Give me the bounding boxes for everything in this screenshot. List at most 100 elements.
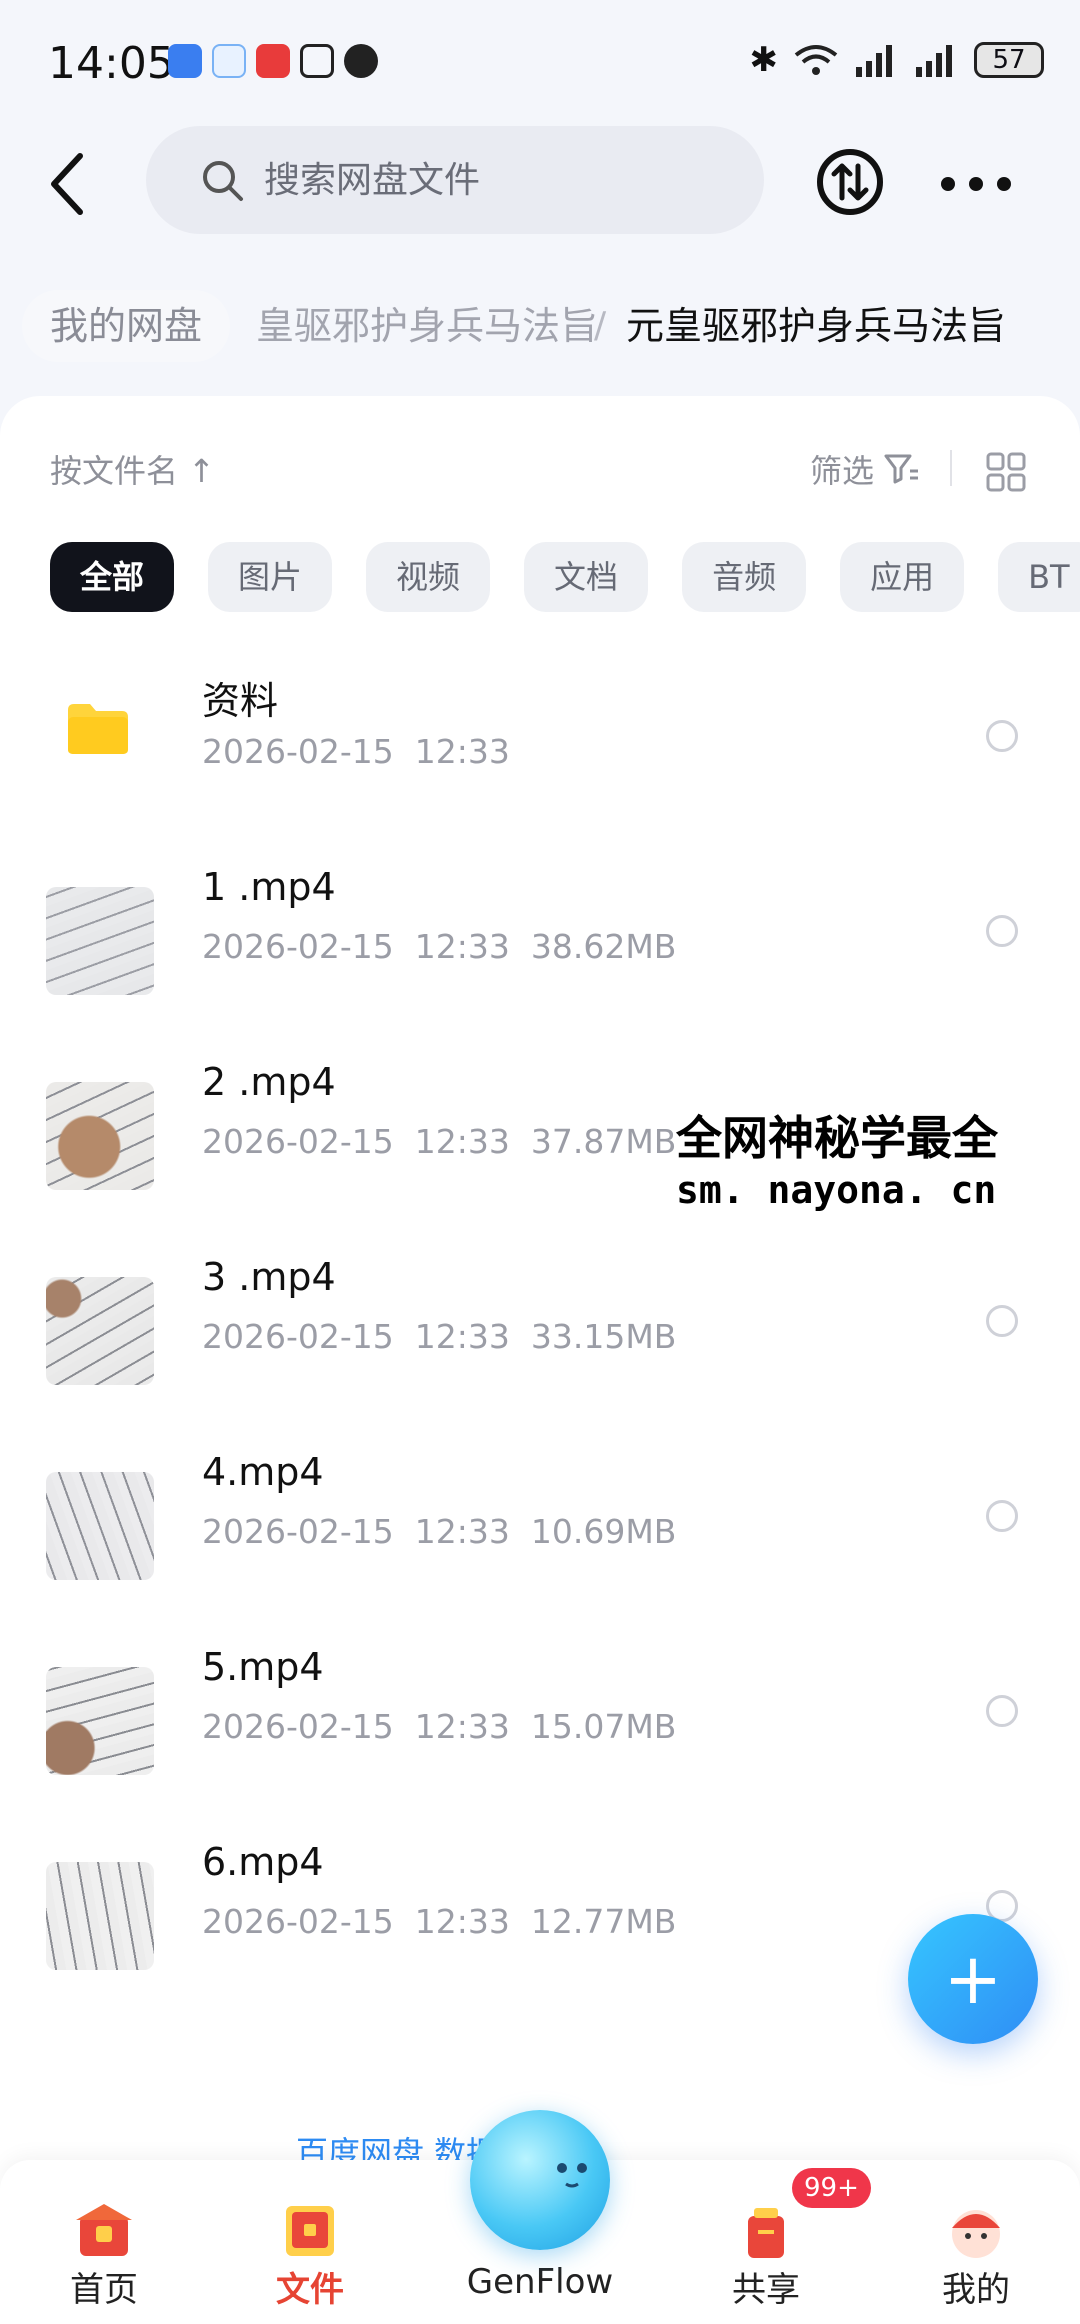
file-date: 2026-02-15 (202, 1122, 394, 1161)
file-size: 37.87MB (530, 1122, 677, 1161)
bluetooth-icon: ✱ (749, 40, 779, 80)
watermark-line1: 全网神秘学最全 (676, 1111, 998, 1165)
chip-videos[interactable]: 视频 (366, 542, 491, 612)
red-app-notification-icon (256, 44, 290, 78)
genflow-face-icon (557, 2163, 587, 2188)
chip-bt[interactable]: BT (998, 542, 1080, 612)
chip-audio[interactable]: 音频 (682, 542, 807, 612)
file-meta: 2026-02-15 12:33 37.87MB (202, 1122, 676, 1161)
file-meta: 2026-02-15 12:33 (202, 732, 510, 771)
file-date: 2026-02-15 (202, 1512, 394, 1551)
sort-button[interactable]: 按文件名 ↑ (50, 446, 215, 492)
filter-button[interactable]: 筛选 (810, 446, 920, 492)
files-icon (286, 2206, 334, 2256)
file-name: 资料 (202, 679, 279, 723)
nav-home[interactable]: 首页 (24, 2160, 184, 2324)
nav-files-label: 文件 (276, 2270, 344, 2310)
app-notification-icon (168, 44, 202, 78)
file-name: 2 .mp4 (202, 1060, 336, 1104)
chip-images[interactable]: 图片 (208, 542, 333, 612)
nav-mine[interactable]: 我的 (896, 2160, 1056, 2324)
file-meta: 2026-02-15 12:33 10.69MB (202, 1512, 676, 1551)
file-size: 33.15MB (530, 1317, 677, 1356)
list-item[interactable]: 1 .mp4 2026-02-15 12:33 38.62MB (0, 837, 1080, 1032)
chip-apps[interactable]: 应用 (840, 542, 965, 612)
file-time: 12:33 (414, 732, 510, 771)
file-name: 1 .mp4 (202, 865, 336, 909)
wifi-icon (794, 45, 838, 75)
watermark-line2: sm. nayona. cn (676, 1168, 997, 1212)
select-checkbox[interactable] (986, 1305, 1018, 1337)
chip-all[interactable]: 全部 (50, 542, 175, 612)
file-time: 12:33 (414, 927, 510, 966)
file-meta: 2026-02-15 12:33 38.62MB (202, 927, 676, 966)
search-bar[interactable] (146, 126, 764, 234)
signal-icon (856, 45, 892, 77)
video-thumbnail (46, 1472, 154, 1580)
notification-icons (168, 44, 378, 78)
video-thumbnail (46, 887, 154, 995)
transfer-icon[interactable] (816, 148, 884, 216)
file-size: 10.69MB (530, 1512, 677, 1551)
nav-mine-label: 我的 (942, 2270, 1010, 2310)
breadcrumb-current: 元皇驱邪护身兵马法旨 (626, 304, 1007, 348)
select-checkbox[interactable] (986, 915, 1018, 947)
file-meta: 2026-02-15 12:33 33.15MB (202, 1317, 676, 1356)
file-date: 2026-02-15 (202, 1707, 394, 1746)
status-time: 14:05 (48, 38, 175, 89)
more-icon[interactable] (940, 176, 1012, 192)
profile-icon (952, 2210, 1000, 2258)
video-thumbnail (46, 1862, 154, 1970)
video-thumbnail (46, 1082, 154, 1190)
nfc-icon (300, 44, 334, 78)
file-size: 38.62MB (530, 927, 677, 966)
file-meta: 2026-02-15 12:33 15.07MB (202, 1707, 676, 1746)
select-checkbox[interactable] (986, 1695, 1018, 1727)
list-item[interactable]: 5.mp4 2026-02-15 12:33 15.07MB (0, 1617, 1080, 1812)
list-item[interactable]: 3 .mp4 2026-02-15 12:33 33.15MB (0, 1227, 1080, 1422)
nav-home-label: 首页 (70, 2270, 138, 2310)
watermark-overlay: 全网神秘学最全 sm. nayona. cn (676, 1098, 1080, 1212)
file-time: 12:33 (414, 1122, 510, 1161)
list-item[interactable]: 4.mp4 2026-02-15 12:33 10.69MB (0, 1422, 1080, 1617)
select-checkbox[interactable] (986, 720, 1018, 752)
nav-share-label: 共享 (732, 2270, 800, 2310)
breadcrumb-root[interactable]: 我的网盘 (22, 290, 231, 362)
file-list: 资料 2026-02-15 12:33 1 .mp4 2026-02-15 12… (0, 642, 1080, 2007)
nav-files[interactable]: 文件 (230, 2160, 390, 2324)
share-icon (748, 2208, 784, 2258)
breadcrumb-middle[interactable]: 皇驱邪护身兵马法旨 (256, 290, 598, 362)
chip-documents[interactable]: 文档 (524, 542, 649, 612)
file-size: 12.77MB (530, 1902, 677, 1941)
select-checkbox[interactable] (986, 1500, 1018, 1532)
file-time: 12:33 (414, 1317, 510, 1356)
search-input[interactable] (262, 158, 746, 202)
signal-icon-2 (916, 45, 952, 77)
share-badge: 99+ (792, 2168, 871, 2208)
breadcrumb: 皇驱邪护身兵马法旨 我的网盘 / 元皇驱邪护身兵马法旨 (22, 290, 1080, 362)
add-button[interactable]: + (908, 1914, 1038, 2044)
nav-genflow-label: GenFlow (466, 2262, 614, 2302)
back-icon[interactable] (40, 150, 100, 218)
toolbar-divider (950, 450, 952, 486)
alarm-icon (344, 44, 378, 78)
file-name: 3 .mp4 (202, 1255, 336, 1299)
folder-icon (68, 704, 128, 754)
home-icon (76, 2204, 132, 2256)
file-panel: 按文件名 ↑ 筛选 全部 图片 视频 文档 音频 应用 BT 资料 2026-0… (0, 396, 1080, 2324)
file-name: 4.mp4 (202, 1450, 324, 1494)
file-date: 2026-02-15 (202, 732, 394, 771)
video-thumbnail (46, 1667, 154, 1775)
search-icon (203, 161, 243, 201)
genflow-notification-icon (212, 44, 246, 78)
file-time: 12:33 (414, 1512, 510, 1551)
list-item[interactable]: 资料 2026-02-15 12:33 (0, 642, 1080, 837)
filter-icon (884, 454, 918, 484)
file-name: 6.mp4 (202, 1840, 324, 1884)
breadcrumb-separator: / (594, 305, 607, 346)
grid-view-icon[interactable] (986, 452, 1026, 492)
file-date: 2026-02-15 (202, 1902, 394, 1941)
battery-icon: 57 (974, 42, 1044, 78)
genflow-orb-icon[interactable] (470, 2110, 610, 2250)
filter-label: 筛选 (809, 452, 874, 490)
